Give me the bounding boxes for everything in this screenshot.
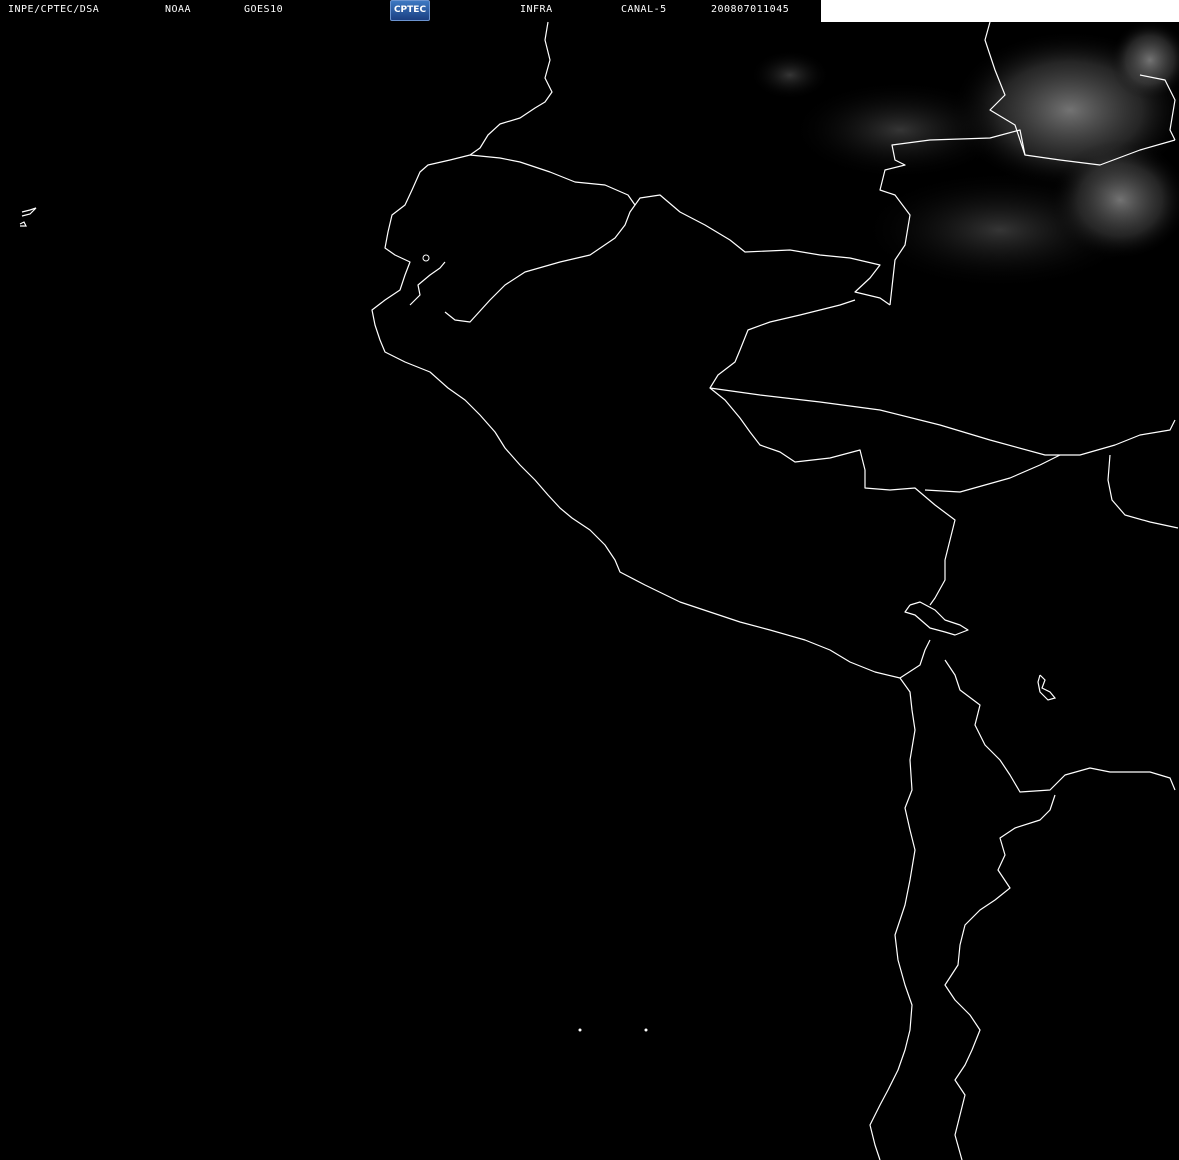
- puna-island: [422, 254, 430, 262]
- border-bolivia-chile: [944, 659, 1176, 793]
- border-peru-chile: [899, 639, 931, 679]
- header-blank-area: [821, 0, 1179, 22]
- header-agency: NOAA: [165, 4, 192, 15]
- header-timestamp: 200807011045: [711, 4, 790, 15]
- border-bolivia-brazil-east: [1107, 454, 1179, 529]
- border-ecuador-peru-east: [444, 154, 636, 323]
- border-ecuador-peru: [409, 261, 446, 306]
- header-product: INFRA: [520, 4, 553, 15]
- river-amazon: [709, 387, 1176, 456]
- header-org: INPE/CPTEC/DSA: [8, 4, 100, 15]
- cptec-logo: CPTEC: [390, 0, 430, 21]
- galapagos-islands: [21, 207, 37, 217]
- galapagos-islet: [19, 221, 27, 227]
- island-dot-1: [578, 1028, 582, 1032]
- lake-poopo: [1037, 674, 1057, 701]
- header-satellite: GOES10: [244, 4, 284, 15]
- border-chile-argentina: [944, 794, 1056, 1160]
- satellite-image-frame: INPE/CPTEC/DSA NOAA GOES10 CPTEC INFRA C…: [0, 0, 1179, 1160]
- lake-titicaca: [904, 601, 969, 636]
- border-peru-brazil: [709, 299, 956, 606]
- image-header: INPE/CPTEC/DSA NOAA GOES10 CPTEC INFRA C…: [0, 0, 1179, 22]
- border-colombia-peru: [634, 194, 891, 306]
- header-channel: CANAL-5: [621, 4, 667, 15]
- cptec-logo-text: CPTEC: [393, 5, 427, 15]
- border-bolivia-brazil-north: [924, 454, 1061, 493]
- cloud-cover: [750, 20, 1179, 290]
- island-dot-2: [644, 1028, 648, 1032]
- satellite-map: [19, 20, 1179, 1160]
- pacific-coastline: [371, 21, 916, 1160]
